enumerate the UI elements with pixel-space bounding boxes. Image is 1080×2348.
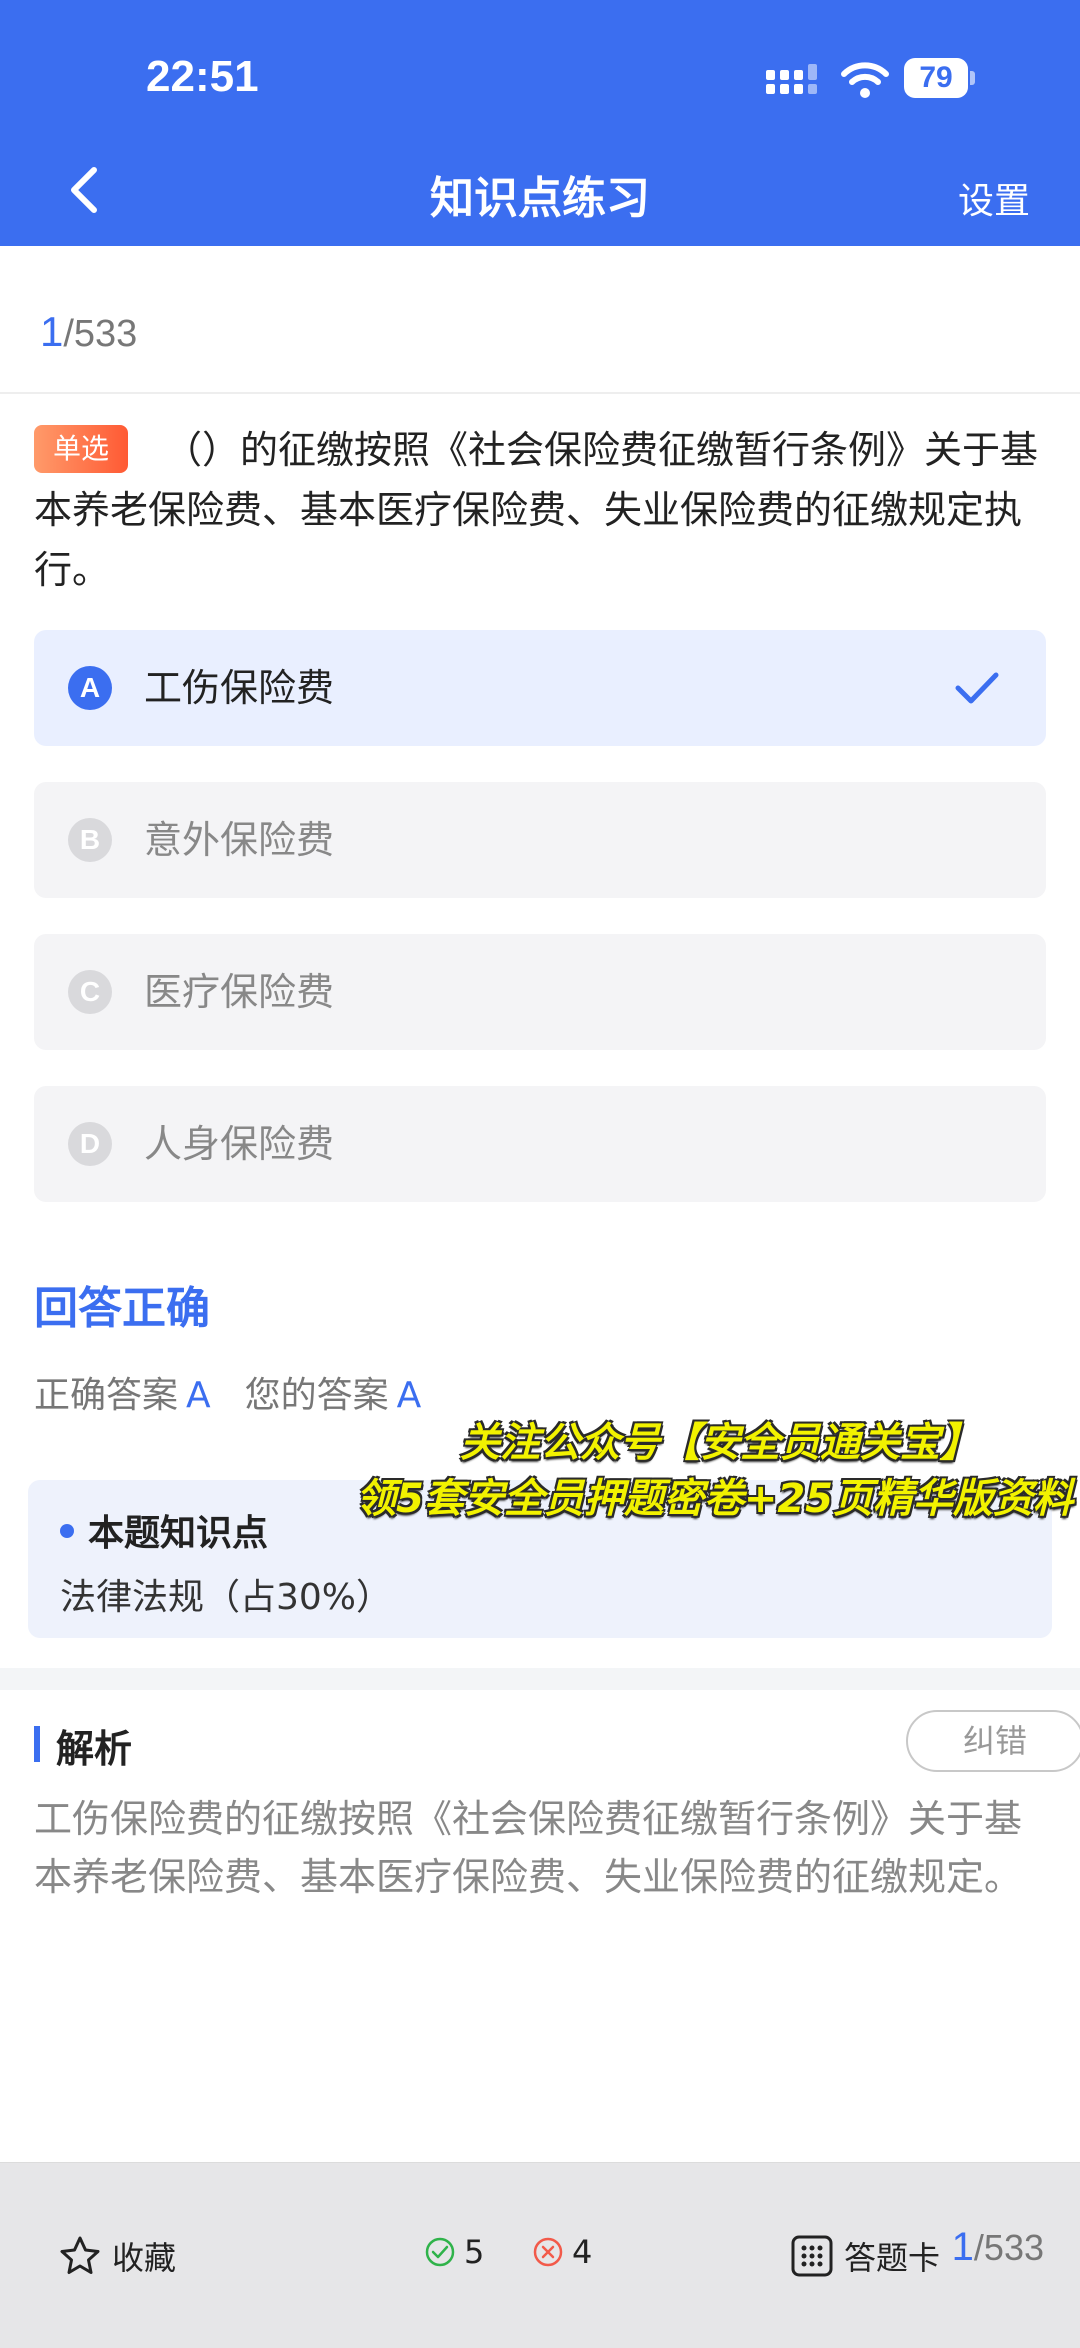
result-status: 回答正确 [34, 1283, 210, 1334]
answer-card-label: 答题卡 [844, 2239, 941, 2277]
bottom-progress: 1/533 [952, 2225, 1044, 2270]
question-stem: 单选 （）的征缴按照《社会保险费征缴暂行条例》关于基本养老保险费、基本医疗保险费、… [34, 420, 1046, 600]
wrong-circle-icon [533, 2237, 563, 2267]
progress-total: /533 [63, 313, 138, 355]
promo-line-2: 领5套安全员押题密卷+25页精华版资料 [356, 1476, 1074, 1522]
settings-button[interactable]: 设置 [958, 172, 1030, 224]
cellular-signal-icon [766, 64, 817, 94]
question-text: （）的征缴按照《社会保险费征缴暂行条例》关于基本养老保险费、基本医疗保险费、失业… [34, 428, 1039, 592]
bullet-dot [60, 1524, 74, 1538]
checkmark-icon [955, 672, 999, 704]
correct-count-value: 5 [464, 2233, 485, 2271]
option-text: 工伤保险费 [144, 666, 335, 710]
correct-count: 5 [424, 2233, 484, 2271]
favorite-label: 收藏 [112, 2239, 177, 2277]
option-letter: B [68, 818, 112, 862]
knowledge-point-title: 本题知识点 [88, 1513, 269, 1554]
promo-overlay: 关注公众号【安全员通关宝】 领5套安全员押题密卷+25页精华版资料 [350, 1410, 1080, 1526]
knowledge-point-text: 法律法规（占30%） [60, 1577, 393, 1618]
favorite-button[interactable]: 收藏 [58, 2233, 176, 2279]
option-letter: A [68, 666, 112, 710]
correct-answer-value: A [186, 1375, 211, 1416]
option-text: 医疗保险费 [144, 970, 335, 1014]
option-c[interactable]: C 医疗保险费 [34, 934, 1046, 1050]
option-letter: C [68, 970, 112, 1014]
answer-card-button[interactable]: 答题卡 [790, 2233, 940, 2279]
option-text: 人身保险费 [144, 1122, 335, 1166]
divider [0, 392, 1080, 394]
star-icon [60, 2236, 100, 2274]
page-title: 知识点练习 [430, 173, 650, 224]
progress-current: 1 [40, 308, 64, 355]
section-separator [0, 1668, 1080, 1690]
section-marker [34, 1726, 40, 1762]
correct-circle-icon [425, 2237, 455, 2267]
wrong-count: 4 [532, 2233, 592, 2271]
battery-percent: 79 [919, 61, 953, 94]
option-a[interactable]: A 工伤保险费 [34, 630, 1046, 746]
promo-line-1: 关注公众号【安全员通关宝】 [460, 1420, 980, 1466]
report-error-button[interactable]: 纠错 [906, 1710, 1080, 1772]
analysis-title: 解析 [56, 1727, 133, 1771]
analysis-text: 工伤保险费的征缴按照《社会保险费征缴暂行条例》关于基本养老保险费、基本医疗保险费… [34, 1797, 1023, 1899]
question-type-badge: 单选 [34, 424, 128, 473]
wifi-icon [841, 62, 889, 98]
question-progress: 1/533 [40, 308, 137, 356]
battery-indicator: 79 [904, 58, 976, 98]
bottom-progress-total: /533 [973, 2227, 1044, 2268]
option-b[interactable]: B 意外保险费 [34, 782, 1046, 898]
bottom-toolbar: 收藏 5 4 答题卡 1/533 [0, 2162, 1080, 2348]
bottom-progress-current: 1 [951, 2225, 974, 2269]
top-header: 22:51 79 知识点练习 设置 [0, 0, 1080, 246]
correct-answer-label: 正确答案 [34, 1375, 179, 1416]
wrong-count-value: 4 [572, 2233, 593, 2271]
grid-icon [791, 2235, 833, 2277]
option-d[interactable]: D 人身保险费 [34, 1086, 1046, 1202]
option-text: 意外保险费 [144, 818, 335, 862]
option-letter: D [68, 1122, 112, 1166]
status-time: 22:51 [146, 52, 259, 101]
